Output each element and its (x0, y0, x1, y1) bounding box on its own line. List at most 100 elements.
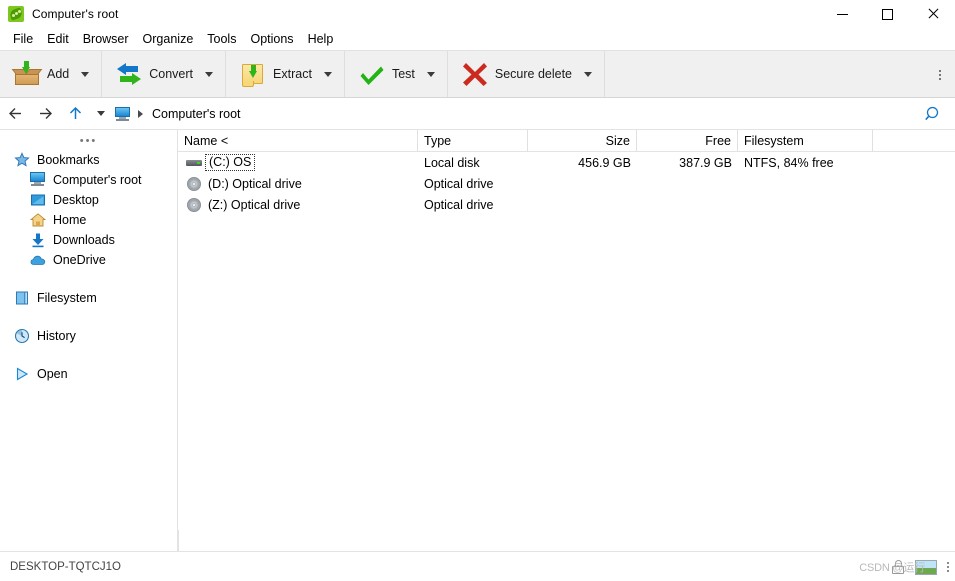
clock-icon (14, 328, 30, 344)
cell-type: Optical drive (424, 197, 494, 212)
table-row[interactable]: (C:) OS Local disk 456.9 GB 387.9 GB NTF… (178, 152, 955, 173)
cell-size: 456.9 GB (578, 155, 631, 170)
sidebar-item-bookmarks[interactable]: Bookmarks (0, 150, 177, 170)
desktop-icon (30, 192, 46, 208)
cell-extra (873, 194, 955, 215)
sidebar-item-home[interactable]: Home (0, 210, 177, 230)
search-icon[interactable] (921, 98, 945, 130)
test-dropdown-arrow[interactable] (421, 54, 441, 94)
status-overflow-icon[interactable] (947, 562, 949, 572)
star-icon (14, 152, 30, 168)
sidebar-item-label: OneDrive (53, 253, 106, 267)
sidebar: ••• Bookmarks Computer's root Desktop Ho… (0, 130, 178, 551)
convert-button-label: Convert (149, 67, 194, 81)
secure-delete-button-label: Secure delete (494, 67, 573, 81)
column-header-filesystem[interactable]: Filesystem (738, 130, 873, 151)
sidebar-item-downloads[interactable]: Downloads (0, 230, 177, 250)
sidebar-item-label: Open (37, 367, 68, 381)
peazip-window: Computer's root File Edit Browser Organi… (0, 0, 955, 581)
file-name-label: (Z:) Optical drive (208, 197, 301, 212)
secure-delete-dropdown-arrow[interactable] (578, 54, 598, 94)
cell-extra (873, 173, 955, 194)
sidebar-item-label: Downloads (53, 233, 115, 247)
back-arrow-icon[interactable] (0, 99, 30, 129)
forward-arrow-icon[interactable] (30, 99, 60, 129)
column-header-free[interactable]: Free (637, 130, 738, 151)
secure-delete-button[interactable]: Secure delete (456, 54, 578, 94)
window-title: Computer's root (32, 7, 119, 21)
file-list-panel: Name < Type Size Free Filesystem (C:) OS… (178, 130, 955, 551)
column-header-size[interactable]: Size (528, 130, 637, 151)
menu-edit[interactable]: Edit (40, 30, 76, 48)
menu-organize[interactable]: Organize (136, 30, 201, 48)
sidebar-item-computers-root[interactable]: Computer's root (0, 170, 177, 190)
toolbar-group-extract: Extract (226, 51, 345, 97)
cell-filesystem (738, 194, 873, 215)
breadcrumb-chevron-right-icon[interactable] (132, 99, 148, 129)
file-list-header: Name < Type Size Free Filesystem (178, 130, 955, 152)
address-bar: Computer's root (0, 98, 955, 130)
play-icon (14, 366, 30, 382)
extract-button[interactable]: Extract (234, 54, 318, 94)
cell-filesystem: NTFS, 84% free (744, 155, 834, 170)
menu-file[interactable]: File (6, 30, 40, 48)
breadcrumb-computer-icon[interactable] (112, 99, 132, 129)
close-button[interactable] (910, 0, 955, 28)
sidebar-item-filesystem[interactable]: Filesystem (0, 288, 177, 308)
column-header-extra[interactable] (873, 130, 955, 151)
menu-help[interactable]: Help (301, 30, 341, 48)
sidebar-item-onedrive[interactable]: OneDrive (0, 250, 177, 270)
add-archive-icon (11, 61, 43, 87)
test-check-icon (359, 61, 385, 87)
cell-filesystem (738, 173, 873, 194)
cell-name[interactable]: (D:) Optical drive (178, 173, 418, 194)
breadcrumb-path[interactable]: Computer's root (152, 107, 241, 121)
file-name-label: (C:) OS (205, 154, 256, 171)
test-button[interactable]: Test (353, 54, 421, 94)
optical-disc-icon (186, 176, 202, 192)
menu-browser[interactable]: Browser (76, 30, 136, 48)
status-bar-right: CSDN @运行 (859, 552, 949, 581)
test-button-label: Test (391, 67, 415, 81)
table-row[interactable]: (Z:) Optical drive Optical drive (178, 194, 955, 215)
add-dropdown-arrow[interactable] (75, 54, 95, 94)
secure-delete-x-icon (462, 61, 488, 87)
add-button[interactable]: Add (8, 54, 75, 94)
convert-dropdown-arrow[interactable] (199, 54, 219, 94)
sidebar-item-label: Desktop (53, 193, 99, 207)
panel-divider (178, 530, 179, 552)
convert-button[interactable]: Convert (110, 54, 199, 94)
sidebar-item-desktop[interactable]: Desktop (0, 190, 177, 210)
window-controls (820, 0, 955, 28)
download-icon (30, 232, 46, 248)
computer-icon (30, 172, 46, 188)
menu-tools[interactable]: Tools (200, 30, 243, 48)
cell-free (637, 173, 738, 194)
sidebar-item-open[interactable]: Open (0, 364, 177, 384)
maximize-button[interactable] (865, 0, 910, 28)
cell-extra (873, 152, 955, 173)
column-header-name[interactable]: Name < (178, 130, 418, 151)
column-header-type[interactable]: Type (418, 130, 528, 151)
address-history-chevron-down-icon[interactable] (90, 99, 112, 129)
toolbar-group-add: Add (0, 51, 103, 97)
cloud-icon (30, 252, 46, 268)
extract-dropdown-arrow[interactable] (318, 54, 338, 94)
cell-name[interactable]: (Z:) Optical drive (178, 194, 418, 215)
toolbar-overflow-icon[interactable] (931, 51, 949, 99)
cell-name[interactable]: (C:) OS (178, 152, 418, 173)
table-row[interactable]: (D:) Optical drive Optical drive (178, 173, 955, 194)
sidebar-overflow-dots[interactable]: ••• (0, 132, 177, 150)
status-computer-name: DESKTOP-TQTCJ1O (10, 560, 121, 573)
sidebar-item-history[interactable]: History (0, 326, 177, 346)
minimize-button[interactable] (820, 0, 865, 28)
cell-size (528, 194, 637, 215)
sidebar-item-label: Filesystem (37, 291, 97, 305)
watermark-label: CSDN @运行 (859, 562, 925, 574)
menu-options[interactable]: Options (243, 30, 300, 48)
cell-free (637, 194, 738, 215)
up-arrow-icon[interactable] (60, 99, 90, 129)
main-area: ••• Bookmarks Computer's root Desktop Ho… (0, 130, 955, 551)
